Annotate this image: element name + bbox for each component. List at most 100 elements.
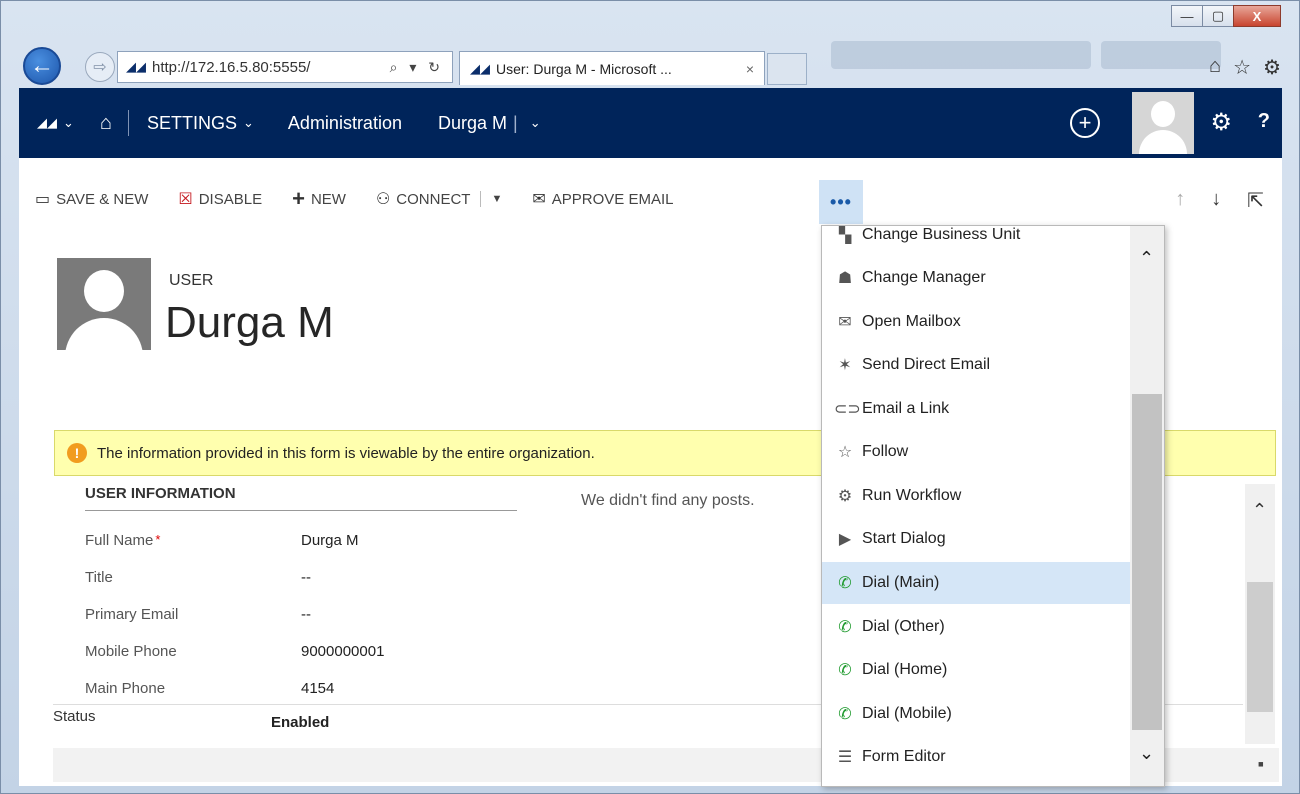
connect-button[interactable]: ⚇ CONNECT ▼ — [376, 189, 502, 209]
maximize-button[interactable]: ▢ — [1202, 5, 1234, 27]
create-plus-icon[interactable]: + — [1070, 108, 1100, 138]
play-icon: ▶ — [838, 531, 852, 548]
address-controls[interactable]: ⌕ ▾ ↻ — [390, 59, 444, 76]
field-label: Primary Email — [85, 606, 179, 623]
settings-menu[interactable]: SETTINGS ⌄ — [147, 113, 254, 134]
link-icon: ⊂⊃ — [834, 401, 861, 418]
section-title: USER INFORMATION — [85, 485, 517, 511]
required-marker: * — [155, 532, 161, 547]
menu-item-run-workflow[interactable]: ⚙ Run Workflow — [822, 475, 1130, 517]
arrow-up-icon[interactable]: ↑ — [1175, 188, 1185, 213]
menu-item-send-direct-email[interactable]: ✶ Send Direct Email — [822, 344, 1130, 386]
field-row: Full Name * Durga M — [85, 532, 384, 569]
help-icon[interactable]: ? — [1258, 110, 1270, 133]
home-icon: ⌂ — [99, 111, 112, 134]
forward-button[interactable]: ⇨ — [85, 52, 115, 82]
expand-icon[interactable]: ⇱ — [1247, 188, 1264, 213]
minimize-button[interactable]: — — [1171, 5, 1203, 27]
star-icon: ☆ — [837, 444, 853, 461]
menu-scrollbar[interactable]: ⌃ ⌄ — [1130, 226, 1164, 786]
chevron-down-icon[interactable]: ▼ — [491, 193, 502, 205]
record-navigation: ↑ ↓ ⇱ — [1175, 188, 1264, 213]
mailbox-icon: ✉ — [838, 314, 852, 331]
administration-link[interactable]: Administration — [288, 113, 402, 134]
field-value[interactable]: -- — [301, 606, 311, 643]
wand-icon: ✶ — [838, 357, 852, 374]
field-label: Title — [85, 569, 113, 586]
menu-item-open-mailbox[interactable]: ✉ Open Mailbox — [822, 301, 1130, 343]
scroll-up-icon[interactable]: ⌃ — [1139, 248, 1154, 269]
back-arrow-icon: ← — [30, 52, 54, 79]
menu-item-dial-main[interactable]: ✆ Dial (Main) — [822, 562, 1130, 604]
home-button[interactable]: ⌂ — [100, 112, 112, 135]
scroll-up-icon[interactable]: ⌃ — [1252, 500, 1267, 521]
administration-label: Administration — [287, 112, 402, 133]
menu-item-dial-home[interactable]: ✆ Dial (Home) — [822, 649, 1130, 691]
save-new-icon: ▭ — [35, 191, 51, 208]
approve-email-icon: ✉ — [532, 191, 546, 208]
field-label: Mobile Phone — [85, 643, 177, 660]
save-new-button[interactable]: ▭ SAVE & NEW — [35, 189, 148, 209]
back-button[interactable]: ← — [23, 47, 61, 85]
save-icon[interactable]: ▪ — [1258, 754, 1264, 775]
status-value: Enabled — [271, 714, 330, 731]
plus-icon: + — [292, 186, 305, 211]
more-commands-button[interactable]: ••• — [819, 180, 863, 224]
close-button[interactable]: X — [1233, 5, 1281, 27]
phone-icon: ✆ — [838, 575, 852, 592]
tab-title: User: Durga M - Microsoft ... — [496, 60, 672, 77]
form-scrollbar[interactable]: ⌃ — [1245, 484, 1275, 744]
forward-arrow-icon: ⇨ — [93, 59, 107, 76]
record-menu[interactable]: Durga M | ⌄ — [438, 113, 541, 134]
menu-item-change-business-unit[interactable]: ▚ Change Business Unit — [822, 226, 1130, 256]
browser-tab-active[interactable]: ◢◢ User: Durga M - Microsoft ... × — [459, 51, 765, 85]
menu-item-follow[interactable]: ☆ Follow — [822, 431, 1130, 473]
status-label: Status — [53, 708, 96, 725]
phone-icon: ✆ — [838, 706, 852, 723]
menu-item-start-dialog[interactable]: ▶ Start Dialog — [822, 518, 1130, 560]
scroll-down-icon[interactable]: ⌄ — [1139, 743, 1154, 764]
manager-icon: ☗ — [837, 270, 853, 287]
field-value[interactable]: -- — [301, 569, 311, 606]
field-label: Full Name — [85, 532, 154, 549]
record-avatar[interactable] — [57, 258, 151, 350]
phone-icon: ✆ — [838, 619, 852, 636]
field-value[interactable]: Durga M — [301, 532, 359, 569]
user-fields: Full Name * Durga M Title -- Primary Emai… — [85, 532, 384, 717]
user-avatar[interactable] — [1132, 92, 1194, 154]
address-bar[interactable]: ◢◢ http://172.16.5.80:5555/ ⌕ ▾ ↻ — [117, 51, 453, 83]
field-value[interactable]: 9000000001 — [301, 643, 384, 680]
arrow-down-icon[interactable]: ↓ — [1211, 188, 1221, 213]
form-icon: ☰ — [837, 749, 853, 766]
home-icon[interactable]: ⌂ — [1209, 55, 1221, 80]
settings-label: SETTINGS — [147, 112, 238, 133]
chevron-down-icon: ⌄ — [529, 115, 541, 130]
chevron-down-icon: ⌄ — [243, 115, 254, 130]
menu-item-form-editor[interactable]: ☰ Form Editor — [822, 736, 1130, 778]
address-url: http://172.16.5.80:5555/ — [152, 58, 311, 76]
field-row: Title -- — [85, 569, 384, 606]
menu-item-email-a-link[interactable]: ⊂⊃ Email a Link — [822, 388, 1130, 430]
field-label: Main Phone — [85, 680, 166, 697]
new-tab-button[interactable] — [767, 53, 807, 85]
disable-button[interactable]: ☒ DISABLE — [178, 189, 262, 209]
dynamics-menu[interactable]: ◢◢ ⌄ — [37, 115, 74, 131]
approve-email-button[interactable]: ✉ APPROVE EMAIL — [532, 189, 673, 209]
field-row: Main Phone 4154 — [85, 680, 384, 717]
tab-close-icon[interactable]: × — [746, 61, 754, 77]
notice-text: The information provided in this form is… — [97, 444, 595, 462]
new-button[interactable]: + NEW — [292, 186, 346, 212]
workflow-icon: ⚙ — [837, 488, 853, 505]
favorites-star-icon[interactable]: ☆ — [1233, 55, 1251, 80]
field-row: Primary Email -- — [85, 606, 384, 643]
field-value[interactable]: 4154 — [301, 680, 334, 717]
business-unit-icon: ▚ — [838, 227, 852, 244]
menu-item-dial-mobile[interactable]: ✆ Dial (Mobile) — [822, 693, 1130, 735]
menu-item-dial-other[interactable]: ✆ Dial (Other) — [822, 606, 1130, 648]
menu-item-change-manager[interactable]: ☗ Change Manager — [822, 257, 1130, 299]
settings-gear-icon[interactable]: ⚙ — [1210, 108, 1232, 137]
browser-toolbar-icons: ⌂ ☆ ⚙ — [1209, 55, 1281, 80]
tools-gear-icon[interactable]: ⚙ — [1263, 55, 1281, 80]
posts-empty-text: We didn't find any posts. — [581, 492, 755, 509]
disable-icon: ☒ — [178, 191, 193, 208]
